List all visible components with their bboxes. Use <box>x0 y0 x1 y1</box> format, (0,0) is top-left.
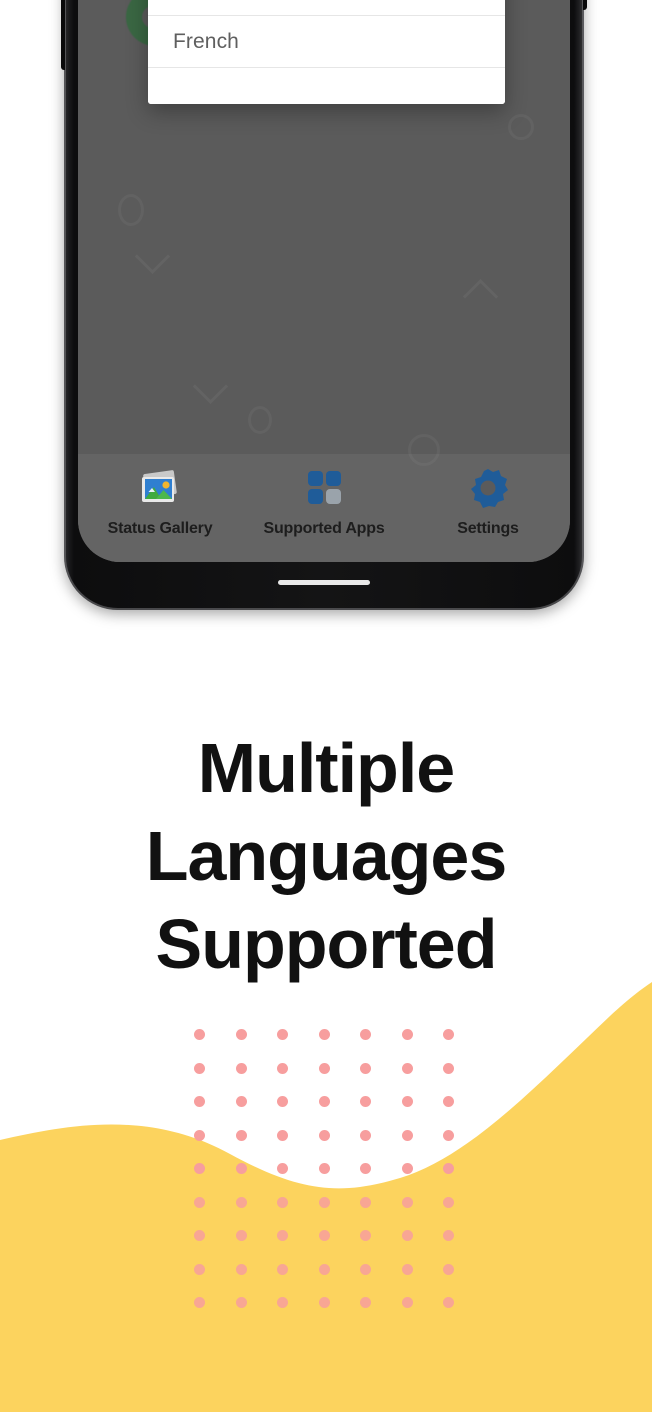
grid-dot <box>401 1163 413 1174</box>
grid-dot <box>401 1196 413 1208</box>
nav-label-status-gallery: Status Gallery <box>107 520 213 537</box>
language-option-french[interactable]: French <box>148 16 505 68</box>
grid-dot <box>318 1297 330 1308</box>
grid-dot <box>194 1263 205 1275</box>
grid-dot <box>235 1297 247 1308</box>
grid-dot <box>401 1297 413 1308</box>
grid-dot <box>360 1129 371 1141</box>
grid-dot <box>277 1163 288 1174</box>
grid-dot <box>318 1096 330 1107</box>
grid-dot <box>443 1263 454 1275</box>
home-indicator-bar[interactable] <box>278 580 370 585</box>
grid-dot <box>277 1129 288 1141</box>
grid-dot <box>443 1062 454 1074</box>
grid-dot <box>443 1096 454 1107</box>
grid-dot <box>277 1230 288 1241</box>
grid-dot <box>401 1096 413 1107</box>
nav-item-supported-apps[interactable]: Supported Apps <box>242 466 406 538</box>
grid-dot <box>235 1163 247 1174</box>
grid-dot <box>360 1029 371 1040</box>
power-button[interactable] <box>583 0 587 10</box>
grid-dot <box>277 1062 288 1074</box>
language-option-chinese[interactable]: 中文 <box>148 0 505 16</box>
grid-dot <box>360 1062 371 1074</box>
grid-dot <box>235 1263 247 1275</box>
grid-dot <box>235 1029 247 1040</box>
grid-dot <box>318 1029 330 1040</box>
grid-dot <box>235 1230 247 1241</box>
grid-dot <box>318 1129 330 1141</box>
gear-icon <box>464 466 512 510</box>
apps-grid-icon <box>300 466 348 510</box>
grid-dot <box>401 1230 413 1241</box>
grid-dot <box>401 1029 413 1040</box>
grid-dot <box>360 1196 371 1208</box>
volume-button[interactable] <box>61 0 65 70</box>
dialog-bottom-padding <box>148 68 505 104</box>
nav-label-settings: Settings <box>457 520 519 537</box>
headline-line-3: Supported <box>155 905 498 983</box>
grid-dot <box>277 1196 288 1208</box>
grid-dot <box>194 1129 205 1141</box>
grid-dot <box>401 1062 413 1074</box>
phone-screen: فارسی اردو Türk Deutsche Português (Braz… <box>78 0 570 562</box>
nav-item-settings[interactable]: Settings <box>406 466 570 538</box>
grid-dot <box>443 1163 454 1174</box>
grid-dot <box>443 1297 454 1308</box>
grid-dot <box>360 1230 371 1241</box>
grid-dot <box>318 1196 330 1208</box>
grid-dot <box>194 1062 205 1074</box>
dot-grid-decoration <box>194 1029 485 1331</box>
grid-dot <box>277 1297 288 1308</box>
grid-dot <box>401 1263 413 1275</box>
grid-dot <box>318 1263 330 1275</box>
background-decor-circle <box>508 114 534 140</box>
grid-dot <box>194 1230 205 1241</box>
grid-dot <box>443 1230 454 1241</box>
grid-dot <box>235 1196 247 1208</box>
grid-dot <box>443 1196 454 1208</box>
headline-line-2: Languages <box>145 817 508 895</box>
background-decor-circle <box>118 194 144 226</box>
grid-dot <box>277 1263 288 1275</box>
grid-dot <box>360 1096 371 1107</box>
grid-dot <box>235 1129 247 1141</box>
grid-dot <box>318 1230 330 1241</box>
page-headline: Multiple Languages Supported <box>0 724 652 988</box>
grid-dot <box>401 1129 413 1141</box>
grid-dot <box>194 1163 205 1174</box>
grid-dot <box>443 1029 454 1040</box>
grid-dot <box>318 1062 330 1074</box>
grid-dot <box>194 1297 205 1308</box>
grid-dot <box>277 1096 288 1107</box>
language-selection-dialog: فارسی اردو Türk Deutsche Português (Braz… <box>148 0 505 104</box>
grid-dot <box>235 1062 247 1074</box>
grid-dot <box>443 1129 454 1141</box>
background-decor-circle <box>248 406 272 434</box>
phone-mockup: فارسی اردو Türk Deutsche Português (Braz… <box>61 0 587 610</box>
grid-dot <box>318 1163 330 1174</box>
nav-item-status-gallery[interactable]: Status Gallery <box>78 466 242 538</box>
nav-label-supported-apps: Supported Apps <box>263 520 385 537</box>
grid-dot <box>194 1196 205 1208</box>
grid-dot <box>194 1096 205 1107</box>
photo-stack-icon <box>136 466 184 510</box>
grid-dot <box>235 1096 247 1107</box>
grid-dot <box>360 1297 371 1308</box>
grid-dot <box>360 1163 371 1174</box>
bottom-navigation-bar: Status Gallery Supported Apps Settings <box>78 454 570 562</box>
grid-dot <box>360 1263 371 1275</box>
grid-dot <box>277 1029 288 1040</box>
headline-line-1: Multiple <box>197 729 455 807</box>
grid-dot <box>194 1029 205 1040</box>
